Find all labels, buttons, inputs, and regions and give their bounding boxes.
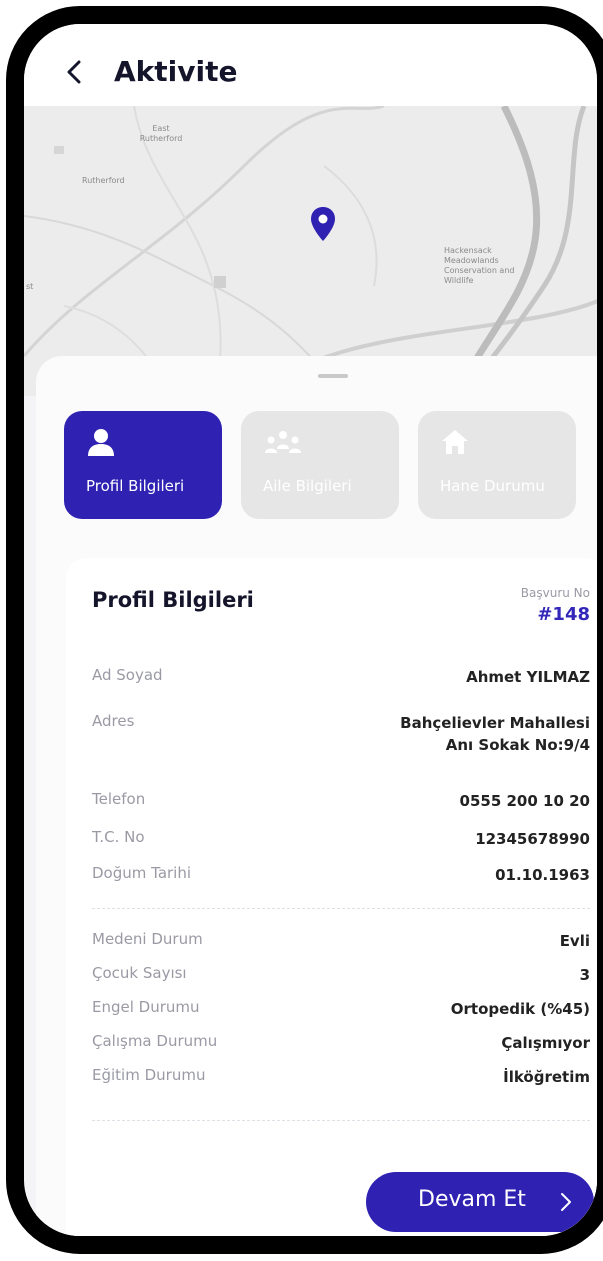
tab-label: Hane Durumu [440, 477, 545, 495]
field-value: 0555 200 10 20 [459, 792, 590, 810]
divider [92, 1120, 590, 1121]
user-icon [88, 429, 114, 456]
continue-button[interactable]: Devam Et [366, 1172, 594, 1232]
tab-label: Profil Bilgileri [86, 477, 185, 495]
field-label: Adres [92, 712, 135, 730]
divider [92, 908, 590, 909]
people-icon [265, 431, 301, 453]
field-label: Çalışma Durumu [92, 1032, 218, 1050]
map-label-st: st [26, 282, 34, 291]
map-label-rutherford: Rutherford [82, 176, 125, 185]
field-value: 01.10.1963 [495, 866, 590, 884]
field-label: T.C. No [92, 828, 145, 846]
card-title: Profil Bilgileri [92, 588, 254, 612]
field-value: Ortopedik (%45) [450, 1000, 590, 1018]
bottom-sheet: Profil Bilgileri Aile Bilgileri Hane Dur… [36, 356, 597, 1236]
map-label-east-rutherford: East Rutherford [139, 124, 183, 143]
phone-frame: Aktivite East Rutherford Rutherford st H… [6, 6, 603, 1254]
field-value: Ahmet YILMAZ [466, 668, 590, 686]
field-label: Telefon [92, 790, 146, 808]
field-label: Eğitim Durumu [92, 1066, 206, 1084]
field-value: Evli [559, 932, 590, 950]
application-number: #148 [537, 604, 590, 625]
drag-handle[interactable] [318, 374, 348, 378]
application-label: Başvuru No [520, 586, 590, 600]
field-label: Engel Durumu [92, 998, 200, 1016]
address-line-2: Anı Sokak No:9/4 [445, 736, 590, 754]
header: Aktivite [24, 24, 597, 106]
home-icon [442, 430, 468, 454]
chevron-left-icon [67, 60, 81, 84]
field-value: İlköğretim [503, 1068, 590, 1086]
map-view[interactable]: East Rutherford Rutherford st Hackensack… [24, 106, 597, 396]
tab-family[interactable]: Aile Bilgileri [241, 411, 399, 519]
back-button[interactable] [60, 54, 88, 90]
field-value: Çalışmıyor [501, 1034, 590, 1052]
address-line-1: Bahçelievler Mahallesi [400, 714, 590, 732]
field-value: 3 [579, 966, 590, 984]
field-label: Ad Soyad [92, 666, 163, 684]
field-label: Medeni Durum [92, 930, 203, 948]
profile-card: Profil Bilgileri Başvuru No #148 Ad Soya… [66, 558, 597, 1236]
field-label: Doğum Tarihi [92, 864, 192, 882]
map-label-hackensack: Hackensack Meadowlands Conservation and … [444, 246, 515, 285]
field-label: Çocuk Sayısı [92, 964, 187, 982]
chevron-right-icon [561, 1193, 571, 1211]
tab-label: Aile Bilgileri [263, 477, 352, 495]
tab-profile[interactable]: Profil Bilgileri [64, 411, 222, 519]
field-row-address: Adres Bahçelievler Mahallesi Anı Sokak N… [92, 712, 590, 758]
page-title: Aktivite [114, 55, 238, 88]
continue-label: Devam Et [418, 1187, 526, 1212]
field-value: 12345678990 [475, 830, 590, 848]
tab-household[interactable]: Hane Durumu [418, 411, 576, 519]
location-pin-icon[interactable] [310, 206, 336, 242]
field-value: Bahçelievler Mahallesi Anı Sokak No:9/4 [400, 712, 590, 756]
